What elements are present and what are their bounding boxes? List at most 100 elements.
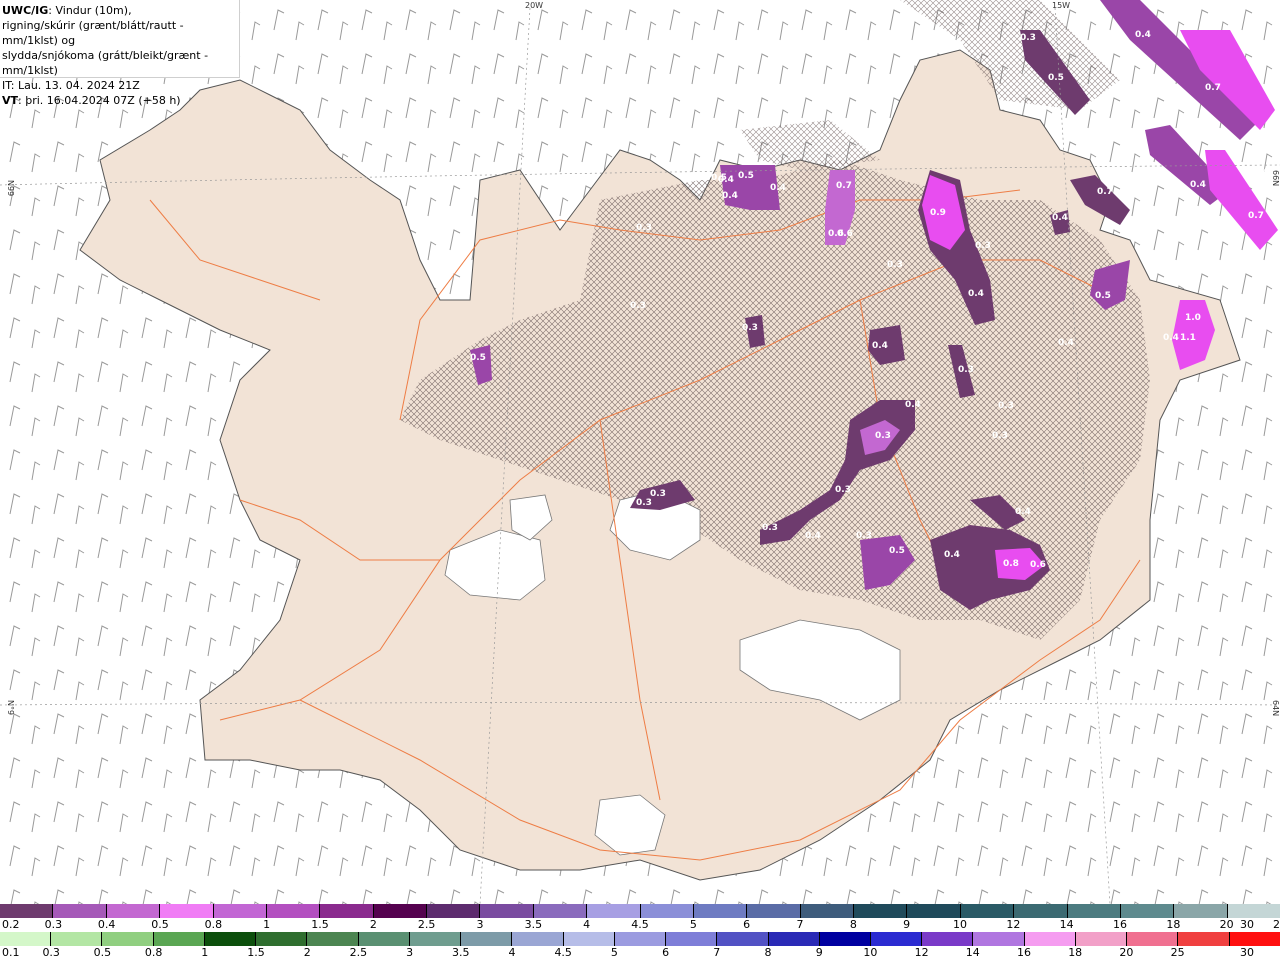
scale-label: 20	[1119, 946, 1134, 959]
map-value-label: 0.3	[742, 323, 758, 333]
scale-label: 1.5	[311, 918, 329, 931]
map-value-label: 1.0	[1185, 313, 1201, 323]
scale-cell	[427, 904, 481, 918]
scale-label: 10	[863, 946, 878, 959]
scale-cell	[666, 932, 718, 946]
scale-cell	[870, 932, 923, 946]
scale-cell	[204, 932, 257, 946]
snow-color-scale	[0, 904, 1280, 918]
scale-label: 1.5	[247, 946, 265, 959]
scale-cell	[53, 904, 107, 918]
map-value-label: 0.3	[762, 523, 778, 533]
rain-color-scale	[0, 932, 1280, 946]
scale-cell	[320, 904, 374, 918]
scale-cell	[0, 904, 54, 918]
scale-cell	[1120, 904, 1175, 918]
scale-label: 9	[903, 918, 911, 931]
scale-label: 4.5	[631, 918, 649, 931]
scale-label: 3	[406, 946, 414, 959]
scale-label: 0.5	[151, 918, 169, 931]
map-value-label: 0.4	[805, 531, 821, 541]
header-line-1: UWC/IG: Vindur (10m),	[2, 4, 132, 17]
scale-label: 2	[369, 918, 377, 931]
map-value-label: 0.7	[1097, 187, 1113, 197]
map-value-label: 0.4	[1052, 213, 1068, 223]
map-value-label: 0.3	[856, 531, 872, 541]
scale-cell	[1229, 932, 1280, 946]
scale-label: 12	[1006, 918, 1021, 931]
scale-cell	[409, 932, 462, 946]
scale-label: 2	[303, 946, 311, 959]
scale-cell	[51, 932, 103, 946]
grid-label-64n-right: 64N	[1271, 700, 1280, 716]
rain-scale-labels: 0.1 0.3 0.5 0.8 1 1.5 2 2.5 3 3.5 4 4.5 5 6 7 8 9 10 12 14 1…	[0, 946, 1280, 960]
scale-cell	[1014, 904, 1068, 918]
scale-cell	[1174, 904, 1228, 918]
map-value-label: 0.5	[1048, 73, 1064, 83]
grid-label-66n-left: N99	[6, 180, 15, 196]
scale-label: 1	[201, 946, 209, 959]
map-value-label: 0.9	[930, 208, 946, 218]
scale-label: 2.5	[349, 946, 368, 959]
map-value-label: 0.7	[1205, 83, 1221, 93]
scale-label: 7	[713, 946, 721, 959]
scale-cell	[480, 904, 534, 918]
scale-label: 0.5	[93, 946, 112, 959]
map-value-label: 0.3	[492, 540, 508, 550]
map-value-label: 0.3	[958, 365, 974, 375]
scale-label: 3.5	[452, 946, 470, 959]
header-line-3: slydda/snjókoma (grátt/bleikt/grænt - mm…	[2, 49, 209, 77]
scale-label: 0.3	[42, 946, 60, 959]
scale-cell	[533, 904, 588, 918]
scale-label: 0.8	[144, 946, 163, 959]
scale-cell	[768, 932, 820, 946]
scale-cell	[1127, 932, 1179, 946]
scale-cell	[461, 932, 513, 946]
scale-label: 7	[796, 918, 804, 931]
snow-scale-labels: 0.2 0.3 0.4 0.5 0.8 1 1.5 2 2.5 3 3.5 4 4.5 5 6 7 8 9 10 12…	[0, 918, 1280, 932]
scale-label: 8	[764, 946, 772, 959]
scale-label: 20	[1219, 918, 1234, 931]
map-value-label: 1.1	[1180, 333, 1196, 343]
scale-label: 4	[508, 946, 516, 959]
scale-label: 30	[1240, 918, 1254, 931]
scale-label: 25	[1273, 918, 1280, 931]
map-value-label: 0.5	[1095, 291, 1111, 301]
scale-cell	[1075, 932, 1128, 946]
scale-label: 6	[662, 946, 670, 959]
map-value-label: 0.3	[650, 489, 666, 499]
scale-label: 12	[914, 946, 929, 959]
scale-cell	[153, 932, 205, 946]
header-line-4: IT: Lau. 13. 04. 2024 21Z	[2, 79, 140, 92]
scale-label: 30	[1240, 946, 1254, 959]
scale-cell	[614, 932, 667, 946]
model-name: UWC/IG	[2, 4, 49, 17]
scale-label: 18	[1166, 918, 1181, 931]
scale-label: 18	[1068, 946, 1083, 959]
map-value-label: 0.3	[1020, 33, 1036, 43]
map-value-label: 0.3	[975, 241, 991, 251]
scale-cell	[640, 904, 694, 918]
scale-label: 3	[476, 918, 484, 931]
grid-label-64n-left: N°9	[6, 700, 15, 715]
map-value-label: 0.5	[711, 173, 727, 183]
scale-label: 0.1	[2, 946, 20, 959]
map-value-label: 0.8	[1003, 559, 1019, 569]
scale-label: 25	[1170, 946, 1185, 959]
scale-label: 4.5	[554, 946, 572, 959]
map-value-label: 0.4	[905, 400, 921, 410]
scale-cell	[0, 932, 52, 946]
scale-cell	[907, 904, 961, 918]
scale-cell	[1178, 932, 1230, 946]
grid-label-66n-right: 66N	[1271, 170, 1280, 186]
map-value-label: 0.3	[636, 498, 652, 508]
scale-label: 0.3	[44, 918, 63, 931]
scale-label: 0.8	[204, 918, 223, 931]
map-value-label: 0.4	[1190, 180, 1206, 190]
map-value-label: 0.4	[770, 183, 786, 193]
scale-cell	[854, 904, 908, 918]
scale-label: 9	[815, 946, 823, 959]
scale-cell	[160, 904, 214, 918]
map-value-label: 0.4	[1135, 30, 1151, 40]
scale-label: 16	[1017, 946, 1031, 959]
